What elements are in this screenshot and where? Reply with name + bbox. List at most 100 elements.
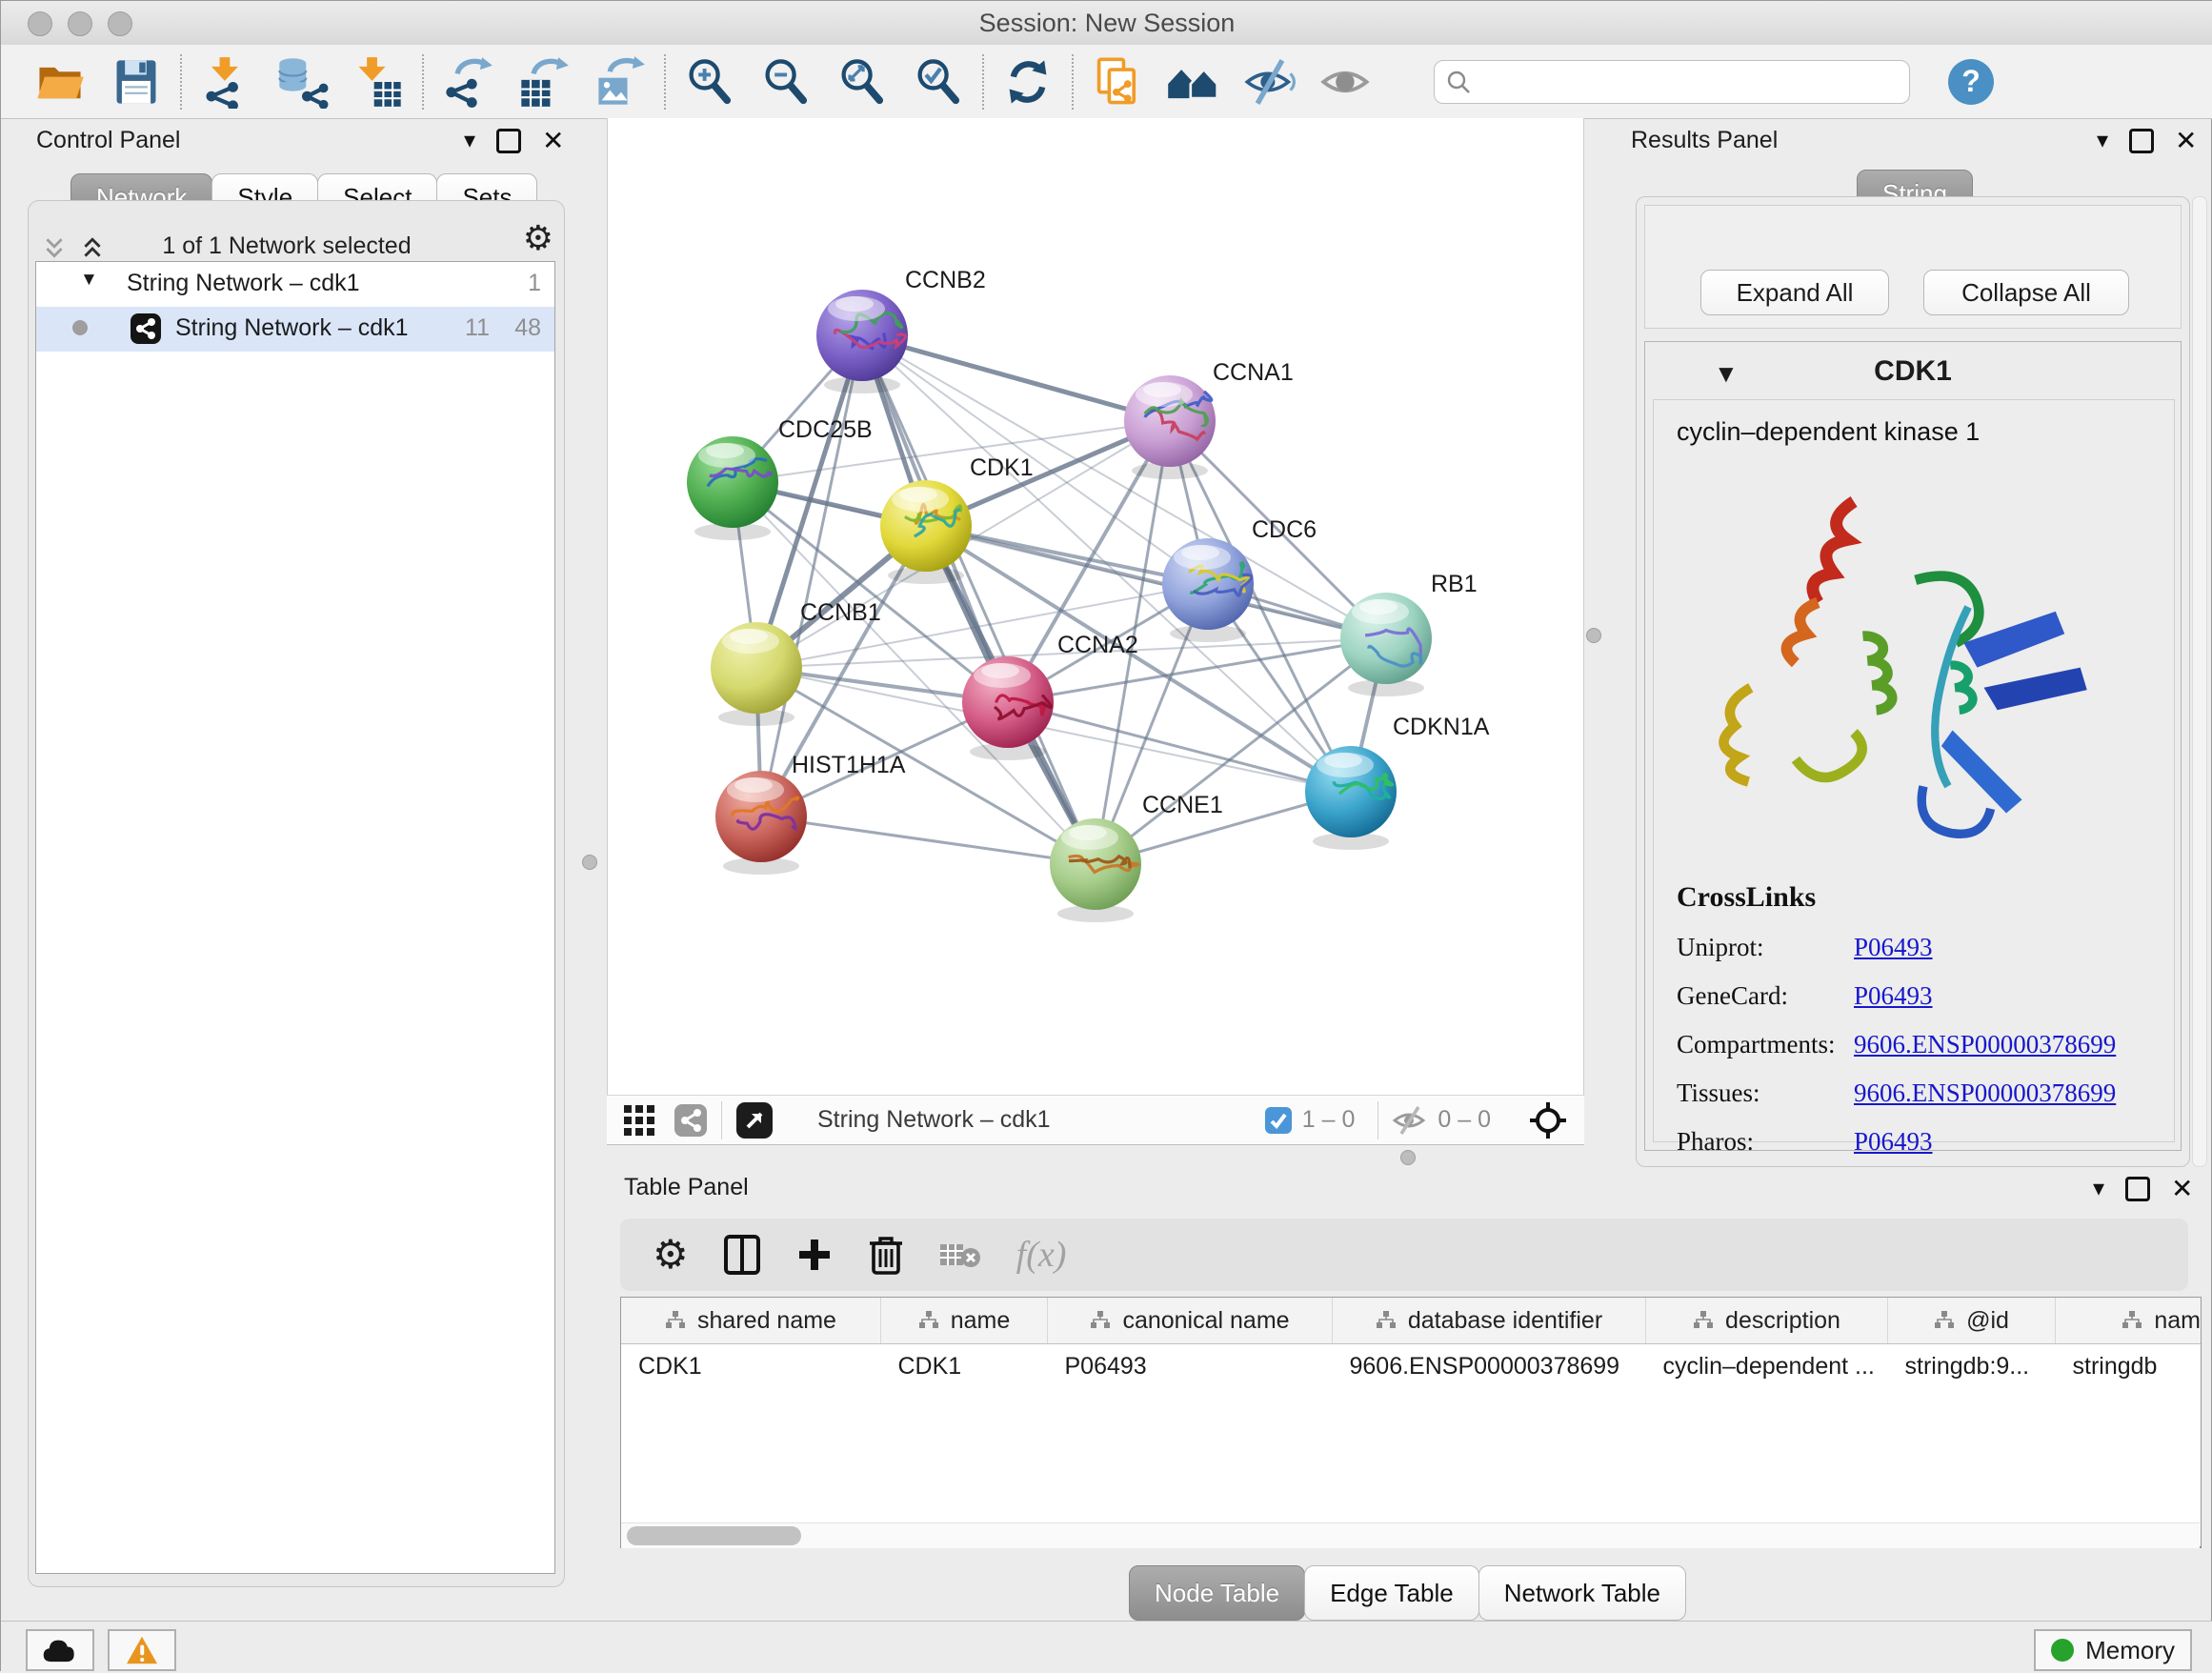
network-row-selected[interactable]: String Network – cdk1 11 48: [36, 307, 554, 352]
panel-menu-caret-icon[interactable]: ▾: [2093, 1178, 2104, 1200]
open-session-button[interactable]: [22, 51, 98, 112]
memory-label: Memory: [2085, 1636, 2175, 1665]
results-scrollbar-track[interactable]: [2192, 196, 2207, 1167]
zoom-in-button[interactable]: [672, 51, 748, 112]
network-type-share-icon: [130, 312, 162, 345]
tree-expand-triangle-icon[interactable]: ▼: [80, 270, 98, 291]
panel-float-icon[interactable]: [2129, 129, 2154, 153]
network-node-CDKN1A[interactable]: CDKN1A: [1305, 714, 1490, 850]
search-input[interactable]: [1478, 68, 1898, 96]
table-cell[interactable]: stringdb:9...: [1888, 1344, 2056, 1389]
network-node-CDC25B[interactable]: CDC25B: [687, 416, 873, 540]
clone-network-button[interactable]: [1079, 51, 1156, 112]
panel-close-icon[interactable]: ✕: [2175, 128, 2197, 154]
refresh-view-button[interactable]: [990, 51, 1066, 112]
table-cell[interactable]: stringdb: [2056, 1344, 2202, 1389]
cloud-status-button[interactable]: [26, 1629, 94, 1671]
tab-edge-table[interactable]: Edge Table: [1304, 1565, 1479, 1621]
search-field[interactable]: [1434, 60, 1910, 104]
delete-column-trash-icon[interactable]: [868, 1234, 904, 1276]
grid-view-icon[interactable]: [622, 1103, 656, 1138]
add-column-plus-icon[interactable]: [795, 1236, 834, 1274]
panel-menu-caret-icon[interactable]: ▾: [464, 130, 475, 152]
save-session-button[interactable]: [98, 51, 174, 112]
export-image-button[interactable]: [582, 51, 658, 112]
network-node-CCNE1[interactable]: CCNE1: [1050, 792, 1223, 922]
left-splitter-handle[interactable]: [582, 855, 597, 870]
column-header-description[interactable]: description: [1646, 1298, 1888, 1344]
table-cell[interactable]: 9606.ENSP00000378699: [1333, 1344, 1646, 1389]
column-header--id[interactable]: @id: [1888, 1298, 2056, 1344]
import-network-database-button[interactable]: [264, 51, 340, 112]
zoom-selected-button[interactable]: [900, 51, 976, 112]
hide-selected-button[interactable]: [1232, 51, 1308, 112]
network-edge[interactable]: [926, 526, 1386, 638]
import-table-file-button[interactable]: [340, 51, 416, 112]
network-edge[interactable]: [761, 816, 1096, 864]
crosslink-row: Pharos:P06493: [1677, 1127, 2116, 1157]
scrollbar-thumb[interactable]: [627, 1526, 801, 1545]
crosslink-value-link[interactable]: P06493: [1854, 1127, 1933, 1157]
crosslink-value-link[interactable]: 9606.ENSP00000378699: [1854, 1030, 2116, 1059]
zoom-fit-button[interactable]: [824, 51, 900, 112]
network-node-RB1[interactable]: RB1: [1340, 571, 1478, 696]
export-table-button[interactable]: [506, 51, 582, 112]
function-builder-fx-icon[interactable]: f(x): [1016, 1234, 1067, 1276]
node-result-header[interactable]: ▼ CDK1: [1645, 342, 2181, 399]
column-header-canonical-name[interactable]: canonical name: [1048, 1298, 1333, 1344]
panel-menu-caret-icon[interactable]: ▾: [2097, 130, 2108, 152]
network-node-CDC6[interactable]: CDC6: [1162, 516, 1317, 642]
table-settings-gear-icon[interactable]: ⚙: [653, 1235, 689, 1275]
birds-eye-view-icon[interactable]: [735, 1101, 774, 1139]
crosslink-value-link[interactable]: P06493: [1854, 981, 1933, 1011]
panel-float-icon[interactable]: [496, 129, 521, 153]
delete-table-icon[interactable]: [938, 1239, 982, 1271]
column-header-shared-name[interactable]: shared name: [621, 1298, 881, 1344]
network-node-CCNB2[interactable]: CCNB2: [816, 267, 986, 393]
network-edge[interactable]: [761, 335, 862, 816]
collapse-all-button[interactable]: Collapse All: [1923, 270, 2129, 315]
export-image-icon: [593, 55, 647, 109]
memory-button[interactable]: Memory: [2034, 1629, 2192, 1671]
column-header-namespace[interactable]: namespace: [2056, 1298, 2202, 1344]
import-network-file-button[interactable]: [188, 51, 264, 112]
network-collection-row[interactable]: ▼ String Network – cdk1 1: [36, 262, 554, 307]
table-cell[interactable]: P06493: [1048, 1344, 1333, 1389]
network-edge[interactable]: [756, 584, 1208, 668]
column-header-name[interactable]: name: [881, 1298, 1048, 1344]
crosslink-value-link[interactable]: P06493: [1854, 933, 1933, 962]
tab-network-table[interactable]: Network Table: [1478, 1565, 1686, 1621]
network-graph[interactable]: CCNB2CCNA1CDC25BCDK1CDC6RB1CCNB1CCNA2CDK…: [608, 118, 1583, 1093]
zoom-out-button[interactable]: [748, 51, 824, 112]
column-header-database-identifier[interactable]: database identifier: [1333, 1298, 1646, 1344]
show-columns-icon[interactable]: [723, 1234, 761, 1276]
expand-all-button[interactable]: Expand All: [1700, 270, 1889, 315]
export-network-button[interactable]: [430, 51, 506, 112]
collapse-all-chevron-icon[interactable]: [43, 236, 66, 261]
network-share-view-icon[interactable]: [674, 1103, 708, 1138]
right-splitter-handle[interactable]: [1586, 628, 1601, 643]
table-row[interactable]: CDK1CDK1P064939606.ENSP00000378699cyclin…: [621, 1344, 2202, 1389]
network-view-canvas[interactable]: CCNB2CCNA1CDC25BCDK1CDC6RB1CCNB1CCNA2CDK…: [607, 118, 1584, 1095]
panel-float-icon[interactable]: [2125, 1177, 2150, 1201]
show-all-button[interactable]: [1308, 51, 1384, 112]
crosslink-value-link[interactable]: 9606.ENSP00000378699: [1854, 1078, 2116, 1108]
home-button[interactable]: [1156, 51, 1232, 112]
table-horizontal-scrollbar[interactable]: [621, 1522, 2200, 1548]
help-button[interactable]: ?: [1948, 59, 1994, 105]
tab-node-table[interactable]: Node Table: [1129, 1565, 1305, 1621]
table-cell[interactable]: CDK1: [881, 1344, 1048, 1389]
hidden-eye-slash-icon[interactable]: [1392, 1104, 1428, 1137]
panel-close-icon[interactable]: ✕: [2171, 1176, 2193, 1202]
table-cell[interactable]: CDK1: [621, 1344, 881, 1389]
tree-options-gear-icon[interactable]: ⚙: [523, 221, 553, 255]
warnings-button[interactable]: [108, 1629, 176, 1671]
fit-target-crosshair-icon[interactable]: [1529, 1101, 1567, 1139]
network-node-HIST1H1A[interactable]: HIST1H1A: [715, 752, 906, 875]
panel-close-icon[interactable]: ✕: [542, 128, 564, 154]
network-edge[interactable]: [862, 335, 1096, 864]
selected-checkbox-icon[interactable]: [1264, 1106, 1293, 1135]
table-cell[interactable]: cyclin–dependent ...: [1646, 1344, 1888, 1389]
bottom-splitter-handle[interactable]: [1400, 1150, 1416, 1165]
network-node-CDK1[interactable]: CDK1: [880, 454, 1034, 584]
